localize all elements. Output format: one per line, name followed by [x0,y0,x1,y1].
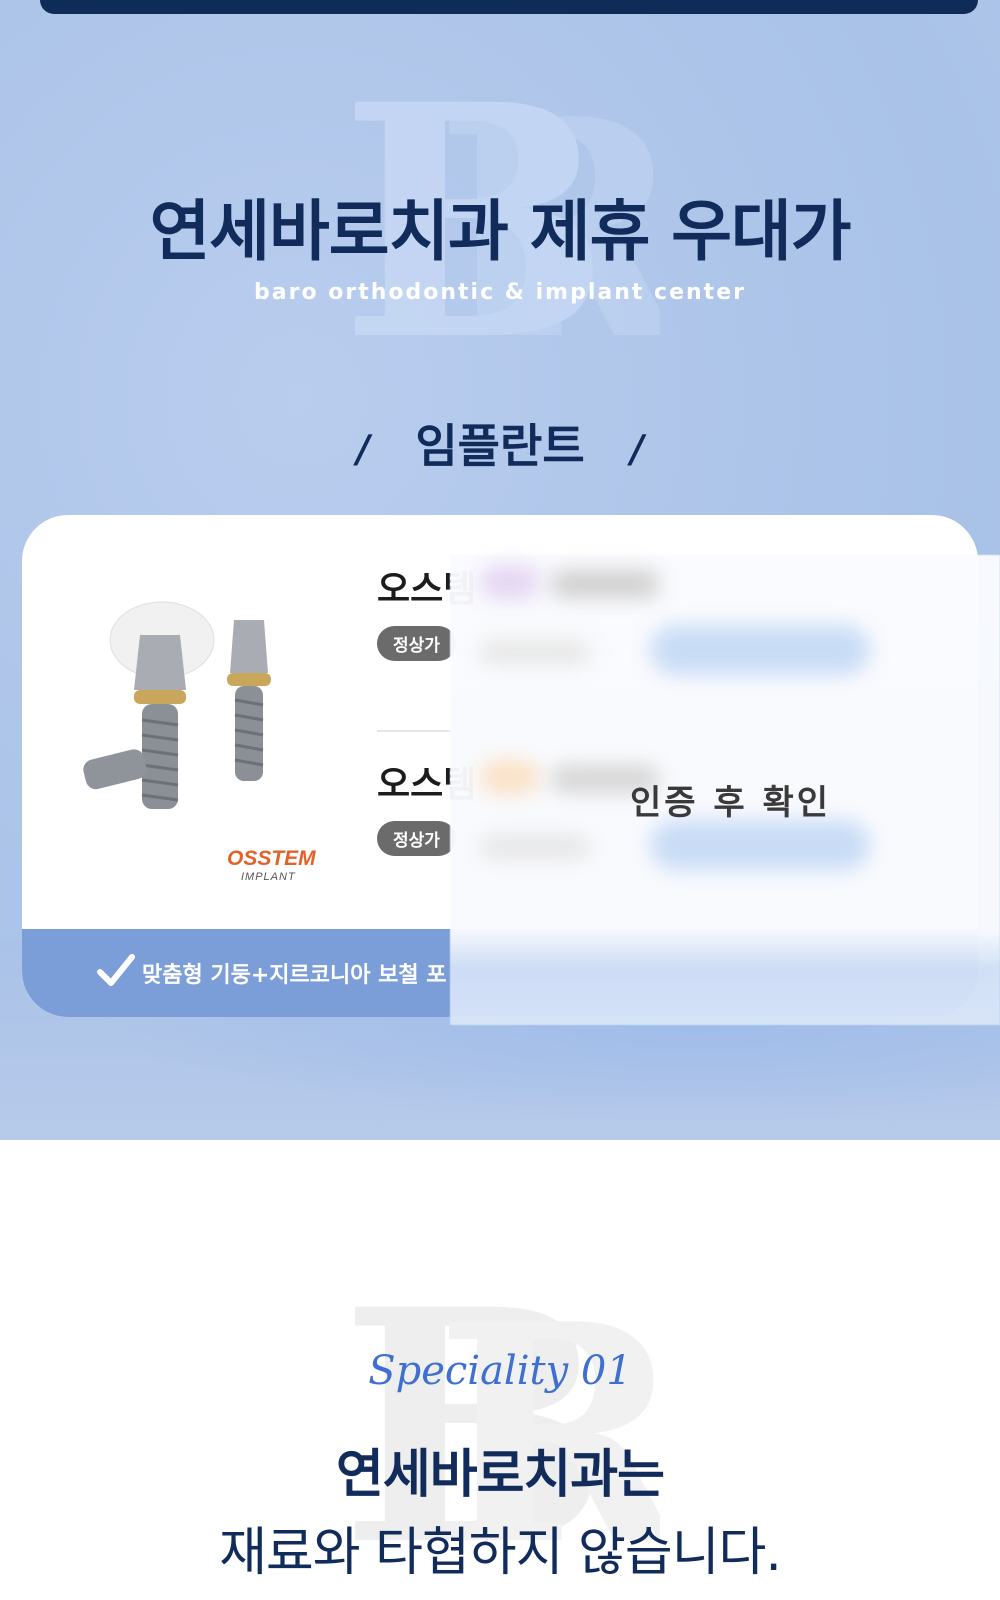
speciality-script: Speciality 01 [368,1348,632,1394]
speciality-title-line2: 재료와 타협하지 않습니다. [219,1523,782,1583]
regular-price-badge: 정상가 [377,821,456,856]
regular-price-badge: 정상가 [377,626,456,661]
svg-text:IMPLANT: IMPLANT [241,871,296,883]
svg-text:OSSTEM: OSSTEM [227,847,316,870]
footer-note: 맞춤형 기둥+지르코니아 보철 포 [142,963,447,988]
verify-after-auth-text[interactable]: 인증 후 확인 [630,775,831,824]
slash-left: / [352,427,375,471]
page-title: 연세바로치과 제휴 우대가 [149,193,852,270]
page-subtitle: baro orthodontic & implant center [254,280,746,305]
osstem-logo: OSSTEM IMPLANT [227,847,316,883]
section-label: 임플란트 [415,419,585,473]
slash-right: / [625,427,648,471]
speciality-section: B R Speciality 01 연세바로치과는 재료와 타협하지 않습니다. [0,1140,1000,1600]
check-icon [97,954,135,986]
hero-section: B R 연세바로치과 제휴 우대가 baro orthodontic & imp… [0,0,1000,1140]
speciality-title-line1: 연세바로치과는 [336,1445,665,1505]
top-banner-edge [40,0,978,14]
section-heading: / 임플란트 / [0,410,1000,476]
implant-product-image [83,601,271,809]
